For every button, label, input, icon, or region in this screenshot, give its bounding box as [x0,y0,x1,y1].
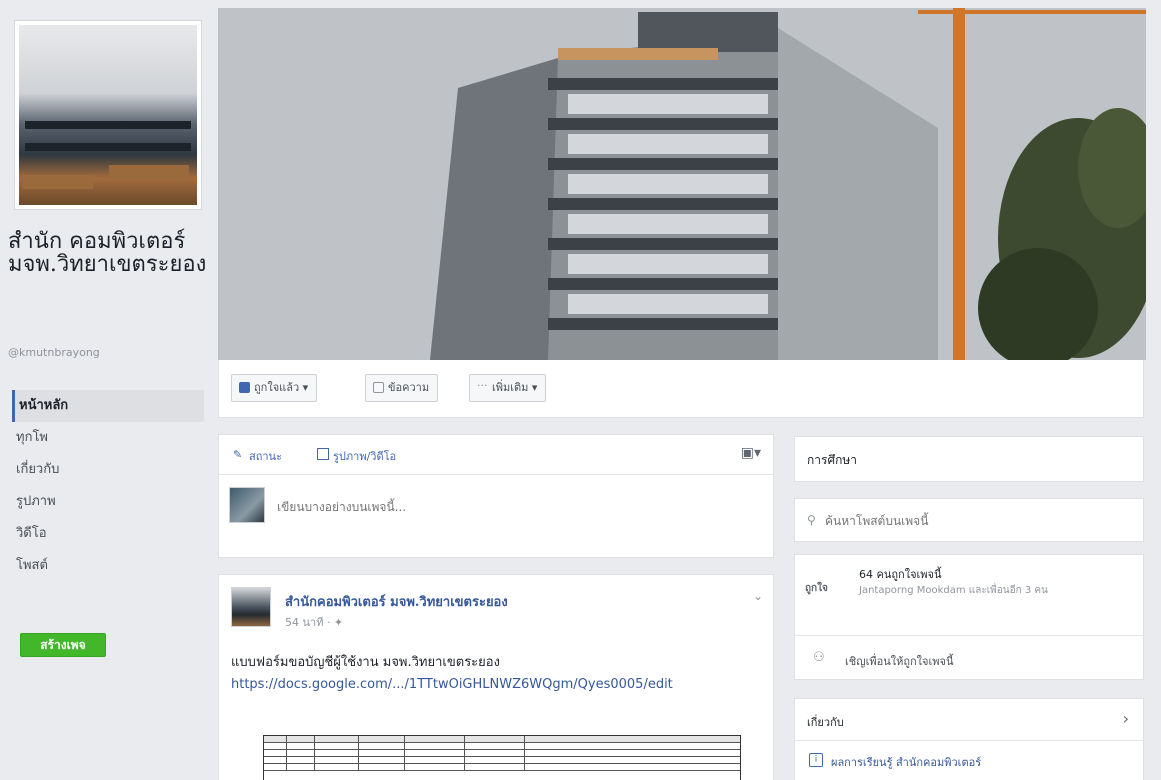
likes-detail[interactable]: Jantaporng Mookdam และเพื่อนอีก 3 คน [859,583,1135,598]
feed-post: สำนักคอมพิวเตอร์ มจพ.วิทยาเขตระยอง 54 นา… [218,574,774,780]
message-button[interactable]: ข้อความ [365,374,439,402]
nav-item-notes[interactable]: โพสต์ [12,550,204,582]
likes-count[interactable]: 64 คนถูกใจเพจนี้ [859,565,941,583]
message-label: ข้อความ [388,381,430,394]
page-search-input[interactable] [825,511,1125,531]
about-panel-title: เกี่ยวกับ [807,716,844,729]
post-composer: ✎ สถานะ รูปภาพ/วิดีโอ ▣▾ [218,434,774,558]
more-label: เพิ่มเติม ▾ [492,381,538,394]
page-handle[interactable]: @kmutnbrayong [8,346,100,359]
photo-icon [317,448,329,460]
composer-input[interactable] [277,495,757,519]
more-icon: ··· [477,379,488,392]
liked-label: ถูกใจแล้ว ▾ [254,381,309,394]
nav-item-photos[interactable]: รูปภาพ [12,486,204,518]
avatar [229,487,265,523]
nav-item-posts[interactable]: ทุกโพ [12,422,204,454]
chevron-down-icon[interactable]: ⌄ [753,589,763,603]
page-title: สำนัก คอมพิวเตอร์ มจพ.วิทยาเขตระยอง [8,229,207,277]
nav-item-about[interactable]: เกี่ยวกับ [12,454,204,486]
invite-friends-label: เชิญเพื่อนให้ถูกใจเพจนี้ [845,655,954,668]
post-author[interactable]: สำนักคอมพิวเตอร์ มจพ.วิทยาเขตระยอง [285,591,508,612]
post-timestamp[interactable]: 54 นาที · ✦ [285,613,343,631]
invite-friends-icon: ⚇ [813,650,825,665]
post-link[interactable]: https://docs.google.com/.../1TTtwOiGHLNW… [231,675,751,694]
thumbs-up-icon [239,382,250,393]
tab-photo-label: รูปภาพ/วิดีโอ [333,450,397,463]
tab-status[interactable]: ✎ สถานะ [233,447,282,465]
cover-image [218,8,1146,360]
page-search: ⚲ [794,498,1144,542]
likes-label: ถูกใจ [805,583,828,594]
left-sidebar: สำนัก คอมพิวเตอร์ มจพ.วิทยาเขตระยอง @kmu… [0,0,215,780]
cover-photo[interactable] [218,8,1146,360]
liked-button[interactable]: ถูกใจแล้ว ▾ [231,374,318,402]
about-section-title[interactable]: การศึกษา [794,436,1144,482]
search-icon: ⚲ [807,513,816,527]
composer-tabs: ✎ สถานะ รูปภาพ/วิดีโอ ▣▾ [219,435,773,475]
pencil-icon: ✎ [233,448,243,461]
nav-item-videos[interactable]: วิดีโอ [12,518,204,550]
about-panel-header[interactable]: เกี่ยวกับ › [794,698,1144,740]
nav-item-home[interactable]: หน้าหลัก [12,390,204,422]
more-button[interactable]: ··· เพิ่มเติม ▾ [469,374,547,402]
message-icon [373,382,384,393]
tab-photo-video[interactable]: รูปภาพ/วิดีโอ [317,447,396,465]
invite-friends-row[interactable]: ⚇ เชิญเพื่อนให้ถูกใจเพจนี้ [795,635,1143,681]
info-icon: i [809,753,823,767]
post-as-icon[interactable]: ▣▾ [741,445,761,461]
chevron-right-icon[interactable]: › [1123,709,1129,728]
post-text: แบบฟอร์มขอบัญชีผู้ใช้งาน มจพ.วิทยาเขตระย… [231,655,500,670]
post-attachment-image[interactable] [263,735,741,780]
about-panel-item[interactable]: i ผลการเรียนรู้ สำนักคอมพิวเตอร์ [794,740,1144,780]
profile-picture[interactable] [14,20,202,210]
profile-image [19,25,197,205]
page-action-bar: ถูกใจแล้ว ▾ ข้อความ ··· เพิ่มเติม ▾ [218,360,1144,418]
about-panel-item-label: ผลการเรียนรู้ สำนักคอมพิวเตอร์ [831,756,982,769]
post-author-avatar[interactable] [231,587,271,627]
likes-panel: ถูกใจ 64 คนถูกใจเพจนี้ Jantaporng Mookda… [794,554,1144,680]
create-page-button[interactable]: สร้างเพจ [20,633,106,657]
page-nav: หน้าหลัก ทุกโพ เกี่ยวกับ รูปภาพ วิดีโอ โ… [12,390,204,582]
tab-status-label: สถานะ [249,450,282,463]
